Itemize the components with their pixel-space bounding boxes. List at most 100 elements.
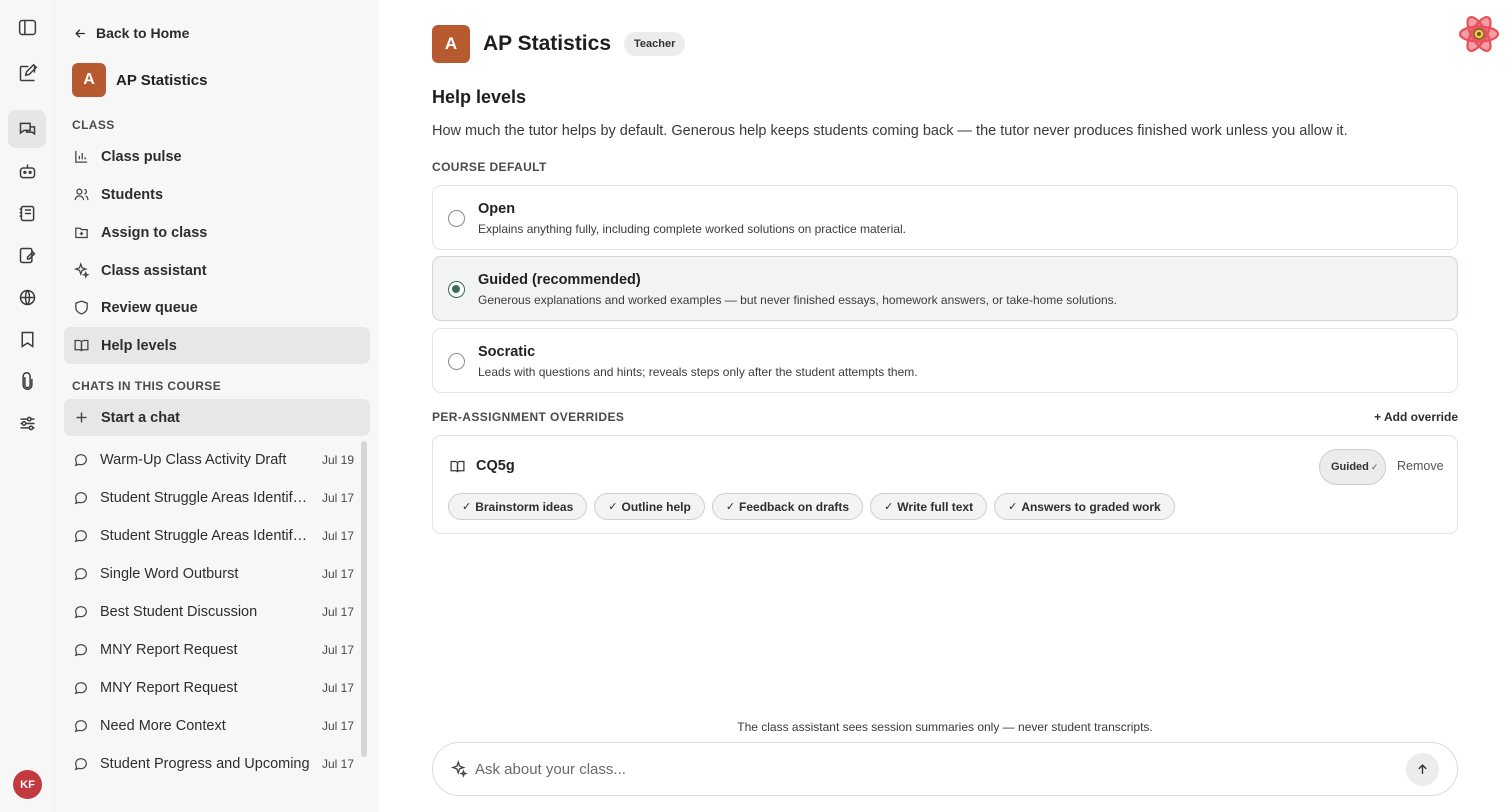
nav-label: Review queue (101, 299, 198, 316)
chat-bubble-icon (74, 682, 87, 695)
chat-item[interactable]: MNY Report Request Jul 17 (64, 669, 360, 707)
override-assignment-name: CQ5g (476, 458, 515, 474)
sliders-icon[interactable] (8, 404, 46, 442)
chat-item[interactable]: Student Struggle Areas Identification Ju… (64, 479, 360, 517)
option-title: Socratic (478, 344, 536, 360)
override-level-select[interactable]: Guided ✓ (1319, 449, 1386, 485)
chat-title: MNY Report Request (100, 642, 238, 658)
option-description: Leads with questions and hints; reveals … (478, 365, 918, 379)
bookmark-icon[interactable] (8, 320, 46, 358)
chats-icon[interactable] (8, 110, 46, 148)
chat-item[interactable]: Need More Context Jul 17 (64, 707, 360, 745)
start-chat-button[interactable]: Start a chat (64, 399, 370, 436)
chat-date: Jul 17 (321, 757, 354, 771)
remove-override-button[interactable]: Remove (1397, 459, 1444, 473)
arrow-left-icon (75, 28, 85, 38)
start-chat-label: Start a chat (101, 409, 180, 426)
add-override-button[interactable]: + Add override (1374, 410, 1458, 424)
chat-list-scrollbar[interactable] (361, 441, 367, 757)
chat-date: Jul 19 (321, 453, 354, 467)
course-title: AP Statistics (483, 32, 611, 55)
chat-item[interactable]: Warm-Up Class Activity Draft Jul 19 (64, 441, 360, 479)
chip-label: Outline help (621, 499, 691, 514)
chat-item[interactable]: Student Struggle Areas Identification Ju… (64, 517, 360, 555)
sparkle-icon (450, 760, 468, 778)
nav-students[interactable]: Students (64, 176, 370, 213)
arrow-up-icon (1418, 764, 1427, 774)
plus-icon (76, 412, 87, 423)
chat-bubble-icon (74, 568, 87, 581)
users-icon (74, 188, 89, 201)
chip-label: Brainstorm ideas (475, 499, 574, 514)
page-title: Help levels (432, 87, 527, 107)
nav-label: Assign to class (101, 224, 208, 241)
nav-review-queue[interactable]: Review queue (64, 289, 370, 326)
back-label: Back to Home (96, 25, 190, 41)
chat-title: Student Progress and Upcoming (100, 756, 310, 772)
icon-rail: KF (0, 0, 55, 812)
chip-brainstorm-ideas[interactable]: ✓ Brainstorm ideas (448, 493, 588, 520)
radio-button[interactable] (448, 353, 465, 370)
help-level-option-socratic[interactable]: Socratic Leads with questions and hints;… (432, 328, 1458, 393)
bot-icon[interactable] (8, 152, 46, 190)
chip-feedback-on-drafts[interactable]: ✓ Feedback on drafts (711, 493, 864, 520)
check-icon: ✓ (884, 501, 894, 513)
globe-icon[interactable] (8, 278, 46, 316)
chip-answers-to-graded-work[interactable]: ✓ Answers to graded work (994, 493, 1175, 520)
notebook-icon[interactable] (8, 194, 46, 232)
composer-input[interactable] (475, 753, 1395, 786)
chat-item[interactable]: MNY Report Request Jul 17 (64, 631, 360, 669)
chat-date: Jul 17 (321, 567, 354, 581)
chip-label: Feedback on drafts (739, 499, 850, 514)
nav-class-assistant[interactable]: Class assistant (64, 252, 370, 289)
user-avatar[interactable]: KF (13, 770, 42, 799)
permission-chips: ✓ Brainstorm ideas ✓ Outline help ✓ Feedbac… (448, 493, 1175, 520)
sidebar-toggle-icon[interactable] (8, 8, 46, 46)
chip-write-full-text[interactable]: ✓ Write full text (870, 493, 988, 520)
compose-icon[interactable] (8, 54, 46, 92)
nav-assign-to-class[interactable]: Assign to class (64, 214, 370, 251)
chat-item[interactable]: Student Progress and Upcoming Jul 17 (64, 745, 360, 783)
chat-bubble-icon (74, 758, 87, 771)
back-to-home-link[interactable]: Back to Home (73, 22, 189, 44)
nav-class-pulse[interactable]: Class pulse (64, 138, 370, 175)
check-icon: ✓ (1008, 501, 1018, 513)
chat-bubble-icon (74, 720, 87, 733)
nav-help-levels[interactable]: Help levels (64, 327, 370, 364)
chat-title: Single Word Outburst (100, 566, 239, 582)
radio-button[interactable] (448, 210, 465, 227)
page-description: How much the tutor helps by default. Gen… (432, 123, 1348, 139)
chat-date: Jul 17 (321, 681, 354, 695)
send-button[interactable] (1406, 753, 1439, 786)
nav-label: Class pulse (101, 148, 182, 165)
chat-title: MNY Report Request (100, 680, 238, 696)
shield-icon (75, 300, 88, 315)
chat-date: Jul 17 (321, 529, 354, 543)
chat-bubble-icon (74, 530, 87, 543)
chat-item[interactable]: Single Word Outburst Jul 17 (64, 555, 360, 593)
chat-date: Jul 17 (321, 719, 354, 733)
assign-icon (75, 227, 88, 239)
override-level-value: Guided (1331, 461, 1369, 473)
chat-date: Jul 17 (321, 491, 354, 505)
book-icon (74, 339, 89, 352)
option-title: Open (478, 201, 516, 217)
option-description: Generous explanations and worked example… (478, 293, 1117, 307)
chip-outline-help[interactable]: ✓ Outline help (594, 493, 705, 520)
option-title: Guided (recommended) (478, 272, 641, 288)
assignments-icon[interactable] (8, 236, 46, 274)
chat-title: Need More Context (100, 718, 226, 734)
course-badge: A (72, 63, 106, 97)
nav-label: Help levels (101, 337, 177, 354)
check-icon: ✓ (608, 501, 618, 513)
chat-item[interactable]: Best Student Discussion Jul 17 (64, 593, 360, 631)
chat-title: Warm-Up Class Activity Draft (100, 452, 287, 468)
help-level-option-guided[interactable]: Guided (recommended) Generous explanatio… (432, 256, 1458, 321)
chip-label: Answers to graded work (1021, 499, 1161, 514)
nav-label: Students (101, 186, 164, 203)
radio-button-selected[interactable] (448, 281, 465, 298)
class-section-label: CLASS (72, 118, 115, 132)
help-level-option-open[interactable]: Open Explains anything fully, including … (432, 185, 1458, 250)
chat-title: Student Struggle Areas Identification (100, 490, 310, 506)
attachment-icon[interactable] (8, 362, 46, 400)
